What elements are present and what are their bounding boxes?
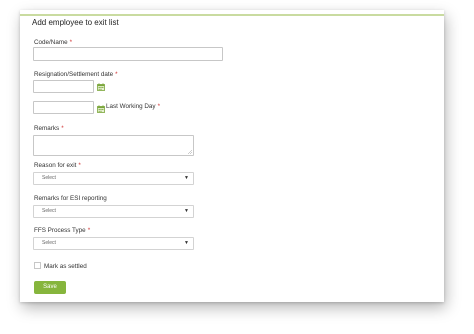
required-mark: * (61, 125, 64, 132)
remarks-textarea[interactable] (33, 135, 194, 156)
remarks-label: Remarks * (34, 125, 64, 132)
header-divider (20, 14, 444, 16)
calendar-icon[interactable] (97, 83, 105, 91)
resignation-date-input[interactable] (33, 80, 94, 93)
calendar-icon[interactable] (97, 105, 105, 113)
required-mark: * (69, 39, 73, 46)
mark-as-settled-label: Mark as settled (44, 263, 87, 270)
caret-down-icon: ▼ (184, 175, 189, 181)
required-mark: * (115, 71, 118, 78)
required-mark: * (157, 103, 161, 110)
esi-remarks-label: Remarks for ESI reporting (34, 195, 107, 202)
esi-remarks-label-text: Remarks for ESI reporting (34, 195, 107, 202)
ffs-process-type-select[interactable]: Select ▼ (33, 237, 194, 250)
resignation-date-label-text: Resignation/Settlement date (34, 71, 114, 78)
save-button[interactable]: Save (34, 281, 66, 294)
remarks-label-text: Remarks (34, 125, 60, 132)
reason-for-exit-select[interactable]: Select ▼ (33, 172, 194, 185)
last-working-day-label: Last Working Day * (106, 103, 160, 110)
caret-down-icon: ▼ (184, 208, 189, 214)
ffs-process-type-value: Select (42, 240, 56, 246)
mark-as-settled-checkbox[interactable] (34, 262, 41, 269)
exit-form-card: Add employee to exit list Code/Name * Res… (20, 10, 444, 302)
ffs-process-type-label: FFS Process Type * (34, 227, 90, 234)
resignation-date-label: Resignation/Settlement date * (34, 71, 118, 78)
ffs-process-type-label-text: FFS Process Type (34, 227, 86, 234)
caret-down-icon: ▼ (184, 240, 189, 246)
required-mark: * (78, 162, 81, 169)
reason-for-exit-value: Select (42, 175, 56, 181)
reason-for-exit-label: Reason for exit * (34, 162, 81, 169)
code-name-label-text: Code/Name (34, 39, 68, 46)
code-name-input[interactable] (33, 47, 223, 61)
reason-for-exit-label-text: Reason for exit (34, 162, 77, 169)
last-working-day-input[interactable] (33, 101, 94, 114)
code-name-label: Code/Name * (34, 39, 72, 46)
required-mark: * (87, 227, 91, 234)
form-title: Add employee to exit list (32, 18, 119, 27)
esi-remarks-select[interactable]: Select ▼ (33, 205, 194, 218)
resize-handle-icon[interactable] (188, 150, 192, 154)
esi-remarks-value: Select (42, 208, 56, 214)
last-working-day-label-text: Last Working Day (106, 103, 156, 110)
